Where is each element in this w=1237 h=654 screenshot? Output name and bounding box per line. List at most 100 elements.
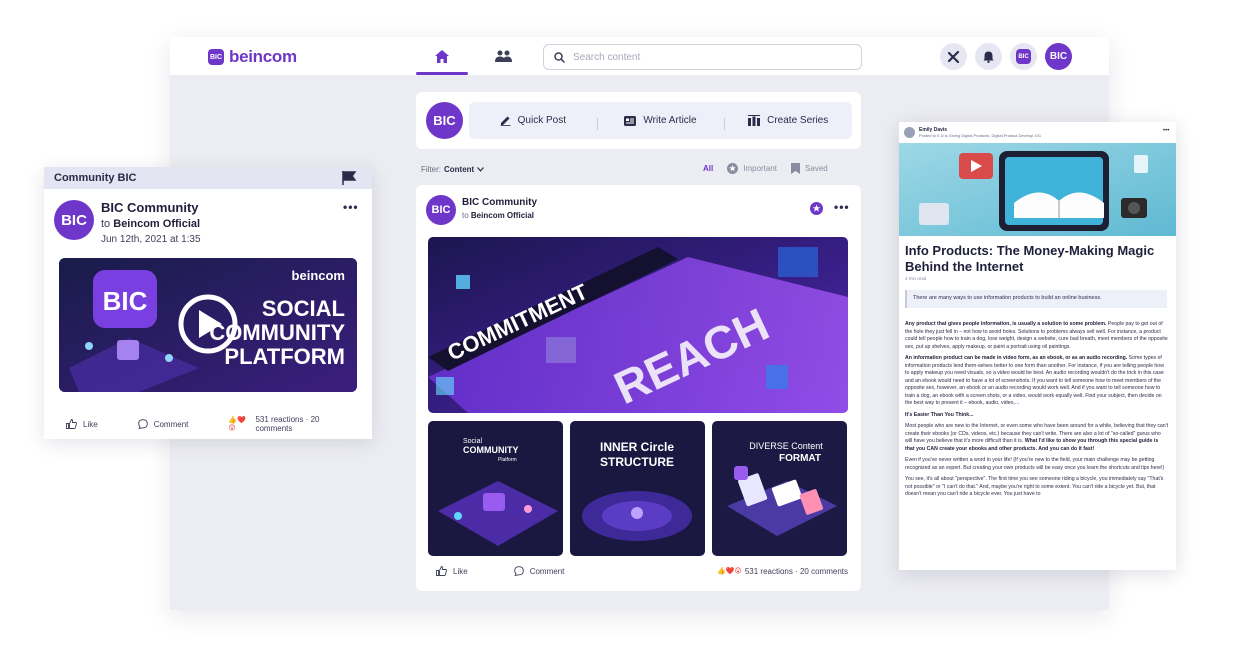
article-title[interactable]: Info Products: The Money-Making Magic Be… xyxy=(905,243,1170,275)
community-like-label: Like xyxy=(83,419,98,429)
video-line-1: SOCIAL xyxy=(262,296,345,321)
thumb2-line2: STRUCTURE xyxy=(600,455,674,469)
thumb1-line1: Social xyxy=(463,438,483,445)
composer-avatar: BIC xyxy=(426,102,463,139)
article-p2-lead: An information product can be made in vi… xyxy=(905,355,1128,361)
community-card-header: Community BIC xyxy=(44,167,372,189)
post-composer: BIC Quick Post Write Article Create Seri… xyxy=(416,92,861,149)
video-brand-text: beincom xyxy=(292,268,345,283)
star-badge-icon xyxy=(727,163,739,174)
article-p2: Some types of information products lend … xyxy=(905,355,1164,406)
post-to-prefix: to xyxy=(462,211,469,220)
nav-home-tab[interactable] xyxy=(416,37,468,75)
quick-post-button[interactable]: Quick Post xyxy=(469,115,597,126)
post-to-target[interactable]: Beincom Official xyxy=(471,211,534,220)
article-cover-image xyxy=(899,143,1176,236)
comment-icon xyxy=(513,566,524,576)
post-author-name[interactable]: BIC Community xyxy=(462,197,537,208)
article-icon xyxy=(624,115,637,126)
community-post-footer: Like Comment 👍❤️😲 531 reactions · 20 com… xyxy=(66,415,356,433)
post-thumbnail-community[interactable]: Social COMMUNITY Platform xyxy=(428,421,563,556)
community-video-player[interactable]: BIC beincom SOCIAL COMMUNITY PLATFORM xyxy=(59,258,357,392)
home-icon xyxy=(435,49,449,63)
article-header: Emily Davis Posted to E.D is Giving Digi… xyxy=(904,127,1041,138)
video-line-3: PLATFORM xyxy=(224,344,345,369)
comment-label: Comment xyxy=(529,566,565,576)
article-posted-to: Posted to E.D is Giving Digital Products… xyxy=(919,133,1042,138)
community-comment-button[interactable]: Comment xyxy=(137,419,188,429)
video-line-2: COMMUNITY xyxy=(209,320,345,345)
community-to-prefix: to xyxy=(101,218,111,230)
write-article-button[interactable]: Write Article xyxy=(596,115,725,130)
reaction-emoji-icons: 👍❤️😲 xyxy=(717,568,742,575)
post-thumbnail-structure[interactable]: INNER Circle STRUCTURE xyxy=(570,421,705,556)
article-paragraph: Most people who are new to the Internet,… xyxy=(905,423,1169,453)
tab-saved-label: Saved xyxy=(805,164,828,173)
community-post-avatar[interactable]: BIC xyxy=(54,200,94,240)
tab-important[interactable]: Important xyxy=(727,163,777,174)
series-icon xyxy=(748,115,761,126)
reactions-summary[interactable]: 👍❤️😲 531 reactions · 20 comments xyxy=(717,567,848,576)
search-bar[interactable] xyxy=(543,44,862,70)
post-more-options-icon[interactable]: ••• xyxy=(834,200,850,214)
profile-badge: BIC xyxy=(1016,49,1031,64)
reaction-count: 531 reactions · 20 comments xyxy=(744,566,848,576)
composer-actions: Quick Post Write Article Create Series xyxy=(469,102,852,139)
logo-text: beincom xyxy=(229,47,297,66)
community-like-button[interactable]: Like xyxy=(66,419,98,429)
people-icon xyxy=(494,50,512,62)
article-author-avatar[interactable] xyxy=(904,127,915,138)
bell-icon xyxy=(983,51,994,63)
tab-all[interactable]: All xyxy=(703,164,713,173)
article-p5: You see, it's all about "perspective". T… xyxy=(905,476,1164,497)
top-navigation-bar: BIC beincom BIC BIC xyxy=(170,37,1109,75)
notifications-button[interactable] xyxy=(975,43,1002,70)
like-button[interactable]: Like xyxy=(436,566,468,576)
feed-tabs: All Important Saved xyxy=(703,163,828,174)
tab-saved[interactable]: Saved xyxy=(791,163,828,174)
thumb1-line3: Platform xyxy=(498,457,517,463)
article-more-options-icon[interactable]: ••• xyxy=(1163,128,1169,134)
user-avatar[interactable]: BIC xyxy=(1045,43,1072,70)
tab-important-label: Important xyxy=(743,164,778,173)
nav-communities-tab[interactable] xyxy=(488,37,518,75)
community-to-target[interactable]: Beincom Official xyxy=(113,218,200,230)
thumbs-up-icon xyxy=(66,419,77,429)
content-filter-dropdown[interactable]: Filter: Content xyxy=(421,165,485,174)
post-thumbnail-format[interactable]: DIVERSE Content FORMAT xyxy=(712,421,847,556)
post-author-avatar[interactable]: BIC xyxy=(426,195,456,225)
community-reaction-count: 531 reactions · 20 comments xyxy=(255,415,320,433)
post-hero-image[interactable]: COMMITMENT REACH xyxy=(428,237,848,413)
article-paragraph: An information product can be made in vi… xyxy=(905,355,1169,408)
flag-icon[interactable] xyxy=(342,171,357,190)
community-post-author[interactable]: BIC Community xyxy=(101,200,199,215)
post-footer: Like Comment 👍❤️😲 531 reactions · 20 com… xyxy=(436,566,848,576)
search-icon xyxy=(554,51,565,63)
create-series-button[interactable]: Create Series xyxy=(724,115,852,130)
community-more-options-icon[interactable]: ••• xyxy=(343,200,359,214)
article-subheading: It's Easier Than You Think... xyxy=(905,411,974,418)
community-name[interactable]: Community BIC xyxy=(54,172,137,184)
feed-post: BIC BIC Community to Beincom Official ••… xyxy=(416,185,861,591)
top-right-actions: BIC BIC xyxy=(940,43,1072,70)
create-series-label: Create Series xyxy=(767,115,829,126)
beincom-logo[interactable]: BIC beincom xyxy=(208,47,297,67)
article-p4: Even if you've never written a word in y… xyxy=(905,457,1165,471)
quick-post-label: Quick Post xyxy=(517,115,567,126)
search-input[interactable] xyxy=(573,51,833,63)
thumbs-up-icon xyxy=(436,566,447,576)
chevron-down-icon xyxy=(477,167,485,172)
community-post-date: Jun 12th, 2021 at 1:35 xyxy=(101,234,201,245)
thumb2-line1: INNER Circle xyxy=(600,440,674,454)
comment-button[interactable]: Comment xyxy=(513,566,565,576)
article-summary: There are many ways to use information p… xyxy=(905,290,1167,308)
write-article-label: Write Article xyxy=(643,115,697,126)
reaction-emoji-icons: 👍❤️😲 xyxy=(228,417,246,432)
article-body: Any product that gives people informatio… xyxy=(905,321,1169,503)
thumb3-line2: FORMAT xyxy=(779,453,821,464)
community-reactions-summary[interactable]: 👍❤️😲 531 reactions · 20 comments xyxy=(228,415,356,433)
important-badge-icon xyxy=(810,202,823,215)
tools-button[interactable] xyxy=(940,43,967,70)
filter-value: Content xyxy=(444,165,475,174)
profile-menu-button[interactable]: BIC xyxy=(1010,43,1037,70)
